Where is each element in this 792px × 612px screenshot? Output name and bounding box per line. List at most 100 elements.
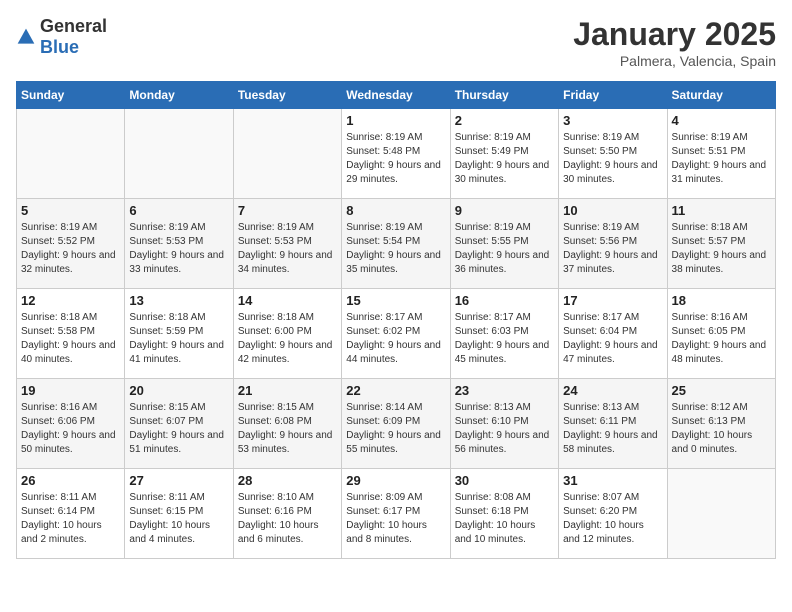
day-number: 28 [238, 473, 337, 488]
day-of-week-sunday: Sunday [17, 82, 125, 109]
calendar-cell: 2Sunrise: 8:19 AMSunset: 5:49 PMDaylight… [450, 109, 558, 199]
day-number: 13 [129, 293, 228, 308]
day-info: Sunrise: 8:12 AMSunset: 6:13 PMDaylight:… [672, 401, 771, 457]
calendar-cell [233, 109, 341, 199]
calendar-cell [17, 109, 125, 199]
days-of-week-row: SundayMondayTuesdayWednesdayThursdayFrid… [17, 82, 776, 109]
day-info: Sunrise: 8:19 AMSunset: 5:51 PMDaylight:… [672, 131, 771, 187]
day-info: Sunrise: 8:10 AMSunset: 6:16 PMDaylight:… [238, 491, 337, 547]
day-number: 8 [346, 203, 445, 218]
day-number: 31 [563, 473, 662, 488]
week-row-2: 5 Sunrise: 8:19 AMSunset: 5:52 PMDaylight… [17, 199, 776, 289]
calendar-cell: 15 Sunrise: 8:17 AMSunset: 6:02 PMDayligh… [342, 289, 450, 379]
day-number: 21 [238, 383, 337, 398]
calendar-cell: 14 Sunrise: 8:18 AMSunset: 6:00 PMDayligh… [233, 289, 341, 379]
week-row-4: 19 Sunrise: 8:16 AMSunset: 6:06 PMDayligh… [17, 379, 776, 469]
day-info: Sunrise: 8:17 AMSunset: 6:04 PMDaylight:… [563, 311, 662, 367]
calendar-cell: 9 Sunrise: 8:19 AMSunset: 5:55 PMDaylight… [450, 199, 558, 289]
day-number: 22 [346, 383, 445, 398]
calendar-body: 1Sunrise: 8:19 AMSunset: 5:48 PMDaylight… [17, 109, 776, 559]
logo-blue-text: Blue [40, 37, 79, 57]
calendar-subtitle: Palmera, Valencia, Spain [573, 53, 776, 69]
day-info: Sunrise: 8:18 AMSunset: 5:59 PMDaylight:… [129, 311, 228, 367]
calendar-cell: 12Sunrise: 8:18 AMSunset: 5:58 PMDayligh… [17, 289, 125, 379]
day-info: Sunrise: 8:19 AMSunset: 5:55 PMDaylight:… [455, 221, 554, 277]
page-header: General Blue January 2025 Palmera, Valen… [16, 16, 776, 69]
calendar-cell: 8 Sunrise: 8:19 AMSunset: 5:54 PMDaylight… [342, 199, 450, 289]
calendar-cell: 31 Sunrise: 8:07 AMSunset: 6:20 PMDayligh… [559, 469, 667, 559]
calendar-cell: 30Sunrise: 8:08 AMSunset: 6:18 PMDayligh… [450, 469, 558, 559]
day-number: 3 [563, 113, 662, 128]
day-info: Sunrise: 8:19 AMSunset: 5:53 PMDaylight:… [238, 221, 337, 277]
week-row-1: 1Sunrise: 8:19 AMSunset: 5:48 PMDaylight… [17, 109, 776, 199]
day-number: 16 [455, 293, 554, 308]
day-info: Sunrise: 8:17 AMSunset: 6:02 PMDaylight:… [346, 311, 445, 367]
calendar-cell: 26Sunrise: 8:11 AMSunset: 6:14 PMDayligh… [17, 469, 125, 559]
logo-general-text: General [40, 16, 107, 36]
day-of-week-thursday: Thursday [450, 82, 558, 109]
day-number: 6 [129, 203, 228, 218]
day-info: Sunrise: 8:11 AMSunset: 6:14 PMDaylight:… [21, 491, 120, 547]
day-number: 23 [455, 383, 554, 398]
day-number: 25 [672, 383, 771, 398]
day-info: Sunrise: 8:19 AMSunset: 5:49 PMDaylight:… [455, 131, 554, 187]
day-number: 24 [563, 383, 662, 398]
calendar-cell: 10Sunrise: 8:19 AMSunset: 5:56 PMDayligh… [559, 199, 667, 289]
day-info: Sunrise: 8:19 AMSunset: 5:52 PMDaylight:… [21, 221, 120, 277]
day-of-week-saturday: Saturday [667, 82, 775, 109]
calendar-title: January 2025 [573, 16, 776, 53]
calendar-cell: 18Sunrise: 8:16 AMSunset: 6:05 PMDayligh… [667, 289, 775, 379]
day-info: Sunrise: 8:11 AMSunset: 6:15 PMDaylight:… [129, 491, 228, 547]
day-info: Sunrise: 8:13 AMSunset: 6:11 PMDaylight:… [563, 401, 662, 457]
day-info: Sunrise: 8:09 AMSunset: 6:17 PMDaylight:… [346, 491, 445, 547]
calendar-cell: 27Sunrise: 8:11 AMSunset: 6:15 PMDayligh… [125, 469, 233, 559]
day-of-week-tuesday: Tuesday [233, 82, 341, 109]
day-number: 18 [672, 293, 771, 308]
calendar-cell: 7 Sunrise: 8:19 AMSunset: 5:53 PMDaylight… [233, 199, 341, 289]
day-number: 4 [672, 113, 771, 128]
day-info: Sunrise: 8:18 AMSunset: 5:58 PMDaylight:… [21, 311, 120, 367]
day-number: 15 [346, 293, 445, 308]
day-info: Sunrise: 8:15 AMSunset: 6:08 PMDaylight:… [238, 401, 337, 457]
calendar-cell: 25 Sunrise: 8:12 AMSunset: 6:13 PMDayligh… [667, 379, 775, 469]
day-info: Sunrise: 8:18 AMSunset: 6:00 PMDaylight:… [238, 311, 337, 367]
calendar-cell [125, 109, 233, 199]
day-info: Sunrise: 8:14 AMSunset: 6:09 PMDaylight:… [346, 401, 445, 457]
day-info: Sunrise: 8:15 AMSunset: 6:07 PMDaylight:… [129, 401, 228, 457]
day-number: 5 [21, 203, 120, 218]
day-info: Sunrise: 8:19 AMSunset: 5:54 PMDaylight:… [346, 221, 445, 277]
week-row-5: 26Sunrise: 8:11 AMSunset: 6:14 PMDayligh… [17, 469, 776, 559]
day-number: 14 [238, 293, 337, 308]
calendar-header: SundayMondayTuesdayWednesdayThursdayFrid… [17, 82, 776, 109]
calendar-cell: 29 Sunrise: 8:09 AMSunset: 6:17 PMDayligh… [342, 469, 450, 559]
day-number: 7 [238, 203, 337, 218]
day-info: Sunrise: 8:07 AMSunset: 6:20 PMDaylight:… [563, 491, 662, 547]
day-number: 20 [129, 383, 228, 398]
calendar-cell: 1Sunrise: 8:19 AMSunset: 5:48 PMDaylight… [342, 109, 450, 199]
calendar-cell: 17 Sunrise: 8:17 AMSunset: 6:04 PMDayligh… [559, 289, 667, 379]
day-number: 17 [563, 293, 662, 308]
calendar-cell: 4 Sunrise: 8:19 AMSunset: 5:51 PMDaylight… [667, 109, 775, 199]
day-number: 9 [455, 203, 554, 218]
logo: General Blue [16, 16, 107, 58]
day-info: Sunrise: 8:13 AMSunset: 6:10 PMDaylight:… [455, 401, 554, 457]
calendar-cell: 23 Sunrise: 8:13 AMSunset: 6:10 PMDayligh… [450, 379, 558, 469]
calendar-cell: 28 Sunrise: 8:10 AMSunset: 6:16 PMDayligh… [233, 469, 341, 559]
calendar-cell: 6Sunrise: 8:19 AMSunset: 5:53 PMDaylight… [125, 199, 233, 289]
day-of-week-wednesday: Wednesday [342, 82, 450, 109]
calendar-table: SundayMondayTuesdayWednesdayThursdayFrid… [16, 81, 776, 559]
calendar-cell: 24 Sunrise: 8:13 AMSunset: 6:11 PMDayligh… [559, 379, 667, 469]
day-of-week-monday: Monday [125, 82, 233, 109]
calendar-cell: 11 Sunrise: 8:18 AMSunset: 5:57 PMDayligh… [667, 199, 775, 289]
day-info: Sunrise: 8:19 AMSunset: 5:50 PMDaylight:… [563, 131, 662, 187]
day-of-week-friday: Friday [559, 82, 667, 109]
day-info: Sunrise: 8:16 AMSunset: 6:06 PMDaylight:… [21, 401, 120, 457]
calendar-cell: 13 Sunrise: 8:18 AMSunset: 5:59 PMDayligh… [125, 289, 233, 379]
day-number: 1 [346, 113, 445, 128]
day-number: 29 [346, 473, 445, 488]
day-number: 10 [563, 203, 662, 218]
day-number: 11 [672, 203, 771, 218]
day-number: 19 [21, 383, 120, 398]
calendar-cell: 19 Sunrise: 8:16 AMSunset: 6:06 PMDayligh… [17, 379, 125, 469]
day-info: Sunrise: 8:18 AMSunset: 5:57 PMDaylight:… [672, 221, 771, 277]
